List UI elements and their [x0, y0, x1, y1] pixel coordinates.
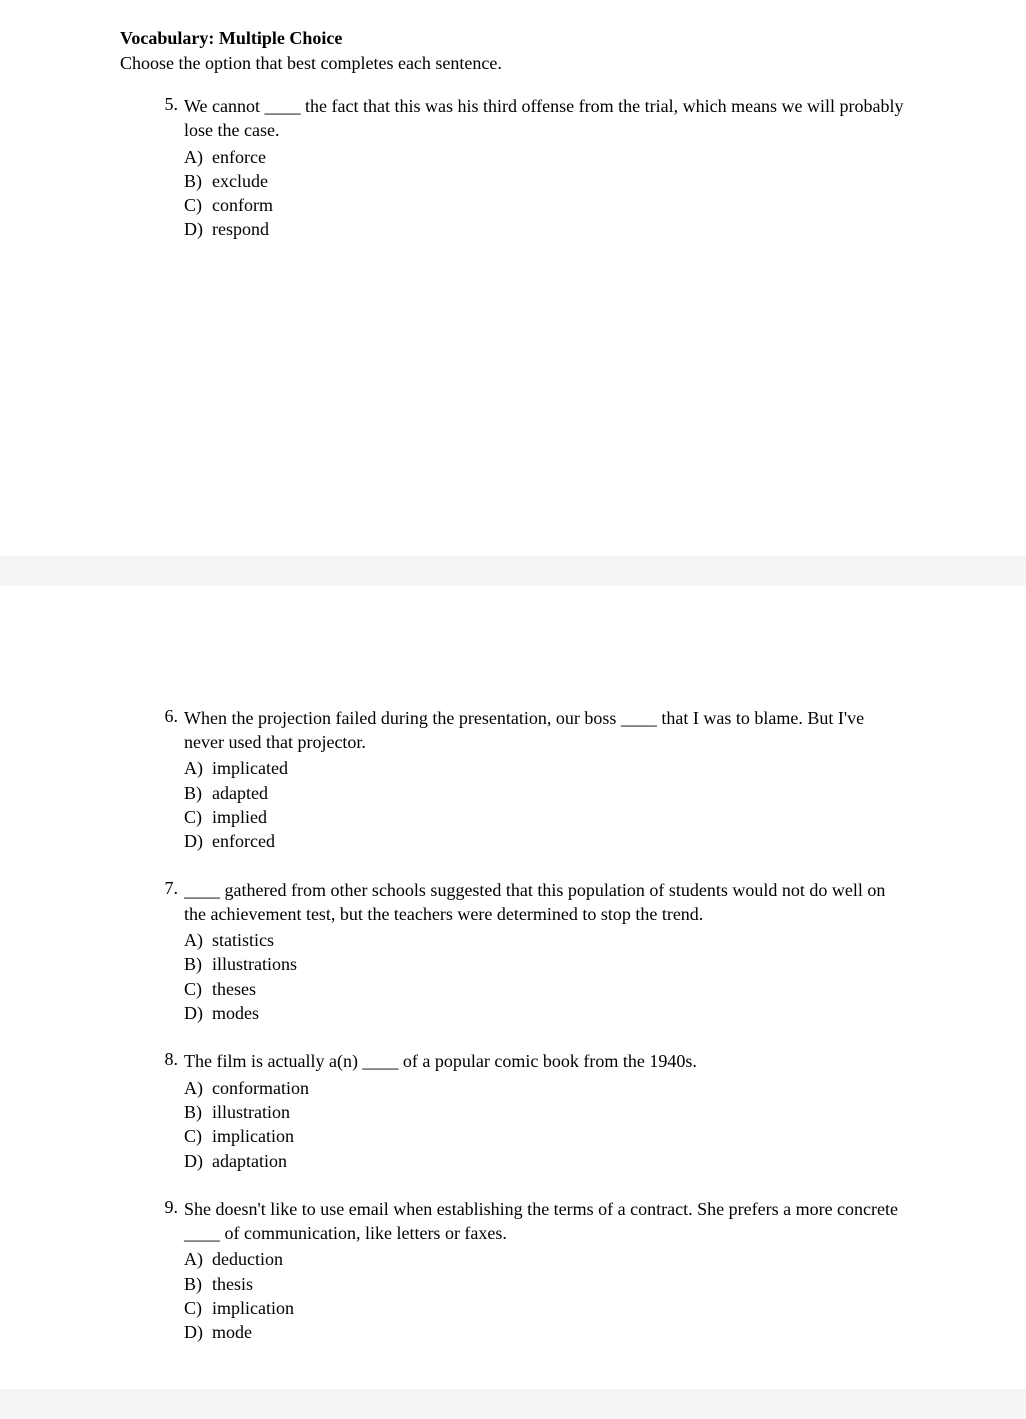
option-letter: C)	[184, 977, 212, 1001]
section-title: Vocabulary: Multiple Choice	[120, 28, 906, 49]
option-a[interactable]: A) statistics	[184, 928, 906, 952]
option-text: illustrations	[212, 952, 297, 976]
option-text: modes	[212, 1001, 259, 1025]
question-text: She doesn't like to use email when estab…	[184, 1197, 906, 1246]
option-a[interactable]: A) conformation	[184, 1076, 906, 1100]
option-letter: A)	[184, 1076, 212, 1100]
option-a[interactable]: A) implicated	[184, 756, 906, 780]
question-number: 9.	[152, 1197, 178, 1218]
option-c[interactable]: C) implication	[184, 1296, 906, 1320]
option-letter: D)	[184, 1320, 212, 1344]
option-text: conform	[212, 193, 273, 217]
option-letter: A)	[184, 928, 212, 952]
option-d[interactable]: D) enforced	[184, 829, 906, 853]
instruction-text: Choose the option that best completes ea…	[120, 53, 906, 74]
question-text: ____ gathered from other schools suggest…	[184, 878, 906, 927]
option-letter: C)	[184, 1296, 212, 1320]
page-1: Vocabulary: Multiple Choice Choose the o…	[0, 0, 1026, 556]
option-text: statistics	[212, 928, 274, 952]
option-letter: C)	[184, 193, 212, 217]
option-b[interactable]: B) illustration	[184, 1100, 906, 1124]
question-number: 7.	[152, 878, 178, 899]
option-text: enforce	[212, 145, 266, 169]
option-d[interactable]: D) adaptation	[184, 1149, 906, 1173]
option-b[interactable]: B) exclude	[184, 169, 906, 193]
option-letter: B)	[184, 1272, 212, 1296]
option-letter: C)	[184, 805, 212, 829]
question-number: 6.	[152, 706, 178, 727]
question-text: When the projection failed during the pr…	[184, 706, 906, 755]
option-text: implication	[212, 1124, 294, 1148]
option-letter: A)	[184, 1247, 212, 1271]
question-7: 7. ____ gathered from other schools sugg…	[120, 878, 906, 1026]
option-letter: D)	[184, 829, 212, 853]
option-text: implied	[212, 805, 267, 829]
option-c[interactable]: C) implication	[184, 1124, 906, 1148]
option-c[interactable]: C) conform	[184, 193, 906, 217]
option-text: thesis	[212, 1272, 253, 1296]
option-letter: A)	[184, 145, 212, 169]
options-list: A) statistics B) illustrations C) theses…	[184, 928, 906, 1025]
option-a[interactable]: A) enforce	[184, 145, 906, 169]
option-letter: D)	[184, 217, 212, 241]
option-text: deduction	[212, 1247, 283, 1271]
option-c[interactable]: C) implied	[184, 805, 906, 829]
option-text: implication	[212, 1296, 294, 1320]
options-list: A) implicated B) adapted C) implied D) e…	[184, 756, 906, 853]
option-text: mode	[212, 1320, 252, 1344]
option-letter: C)	[184, 1124, 212, 1148]
options-list: A) deduction B) thesis C) implication D)…	[184, 1247, 906, 1344]
question-8: 8. The film is actually a(n) ____ of a p…	[120, 1049, 906, 1172]
option-a[interactable]: A) deduction	[184, 1247, 906, 1271]
option-text: exclude	[212, 169, 268, 193]
question-text: The film is actually a(n) ____ of a popu…	[184, 1049, 906, 1073]
option-text: implicated	[212, 756, 288, 780]
option-letter: B)	[184, 169, 212, 193]
option-letter: D)	[184, 1001, 212, 1025]
option-text: adaptation	[212, 1149, 287, 1173]
option-letter: B)	[184, 781, 212, 805]
option-text: theses	[212, 977, 256, 1001]
option-text: illustration	[212, 1100, 290, 1124]
option-letter: B)	[184, 1100, 212, 1124]
option-d[interactable]: D) mode	[184, 1320, 906, 1344]
option-letter: B)	[184, 952, 212, 976]
question-text: We cannot ____ the fact that this was hi…	[184, 94, 906, 143]
options-list: A) conformation B) illustration C) impli…	[184, 1076, 906, 1173]
option-b[interactable]: B) illustrations	[184, 952, 906, 976]
question-number: 5.	[152, 94, 178, 115]
option-b[interactable]: B) thesis	[184, 1272, 906, 1296]
option-d[interactable]: D) respond	[184, 217, 906, 241]
option-b[interactable]: B) adapted	[184, 781, 906, 805]
options-list: A) enforce B) exclude C) conform D) resp…	[184, 145, 906, 242]
option-text: respond	[212, 217, 269, 241]
page-2: 6. When the projection failed during the…	[0, 586, 1026, 1389]
option-letter: D)	[184, 1149, 212, 1173]
option-letter: A)	[184, 756, 212, 780]
question-5: 5. We cannot ____ the fact that this was…	[120, 94, 906, 242]
option-text: conformation	[212, 1076, 309, 1100]
question-6: 6. When the projection failed during the…	[120, 706, 906, 854]
question-9: 9. She doesn't like to use email when es…	[120, 1197, 906, 1345]
option-c[interactable]: C) theses	[184, 977, 906, 1001]
option-text: adapted	[212, 781, 268, 805]
option-text: enforced	[212, 829, 275, 853]
option-d[interactable]: D) modes	[184, 1001, 906, 1025]
question-number: 8.	[152, 1049, 178, 1070]
